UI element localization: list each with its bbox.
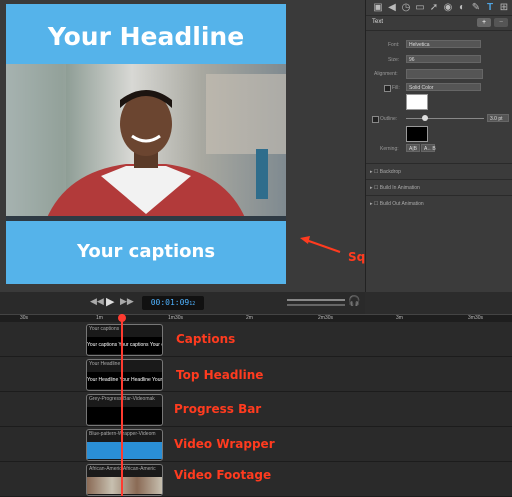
caption-text[interactable]: Your captions [6,241,286,262]
outline-slider-knob[interactable] [422,115,428,121]
screen-icon[interactable]: ▭ [414,2,426,14]
rewind-icon[interactable]: ◀◀ [90,296,104,307]
fill-select[interactable]: Solid Color [406,83,481,91]
alignment-label: Alignment: [374,71,398,77]
ruler-tick: 30s [20,315,29,321]
section-label: Backdrop [379,169,401,175]
color-icon[interactable]: ◐ [456,2,468,14]
size-field[interactable]: 96 [406,55,481,63]
timeline-tracks: Your captions Your captions Your caption… [0,322,512,497]
cursor-icon[interactable]: ➚ [428,2,440,14]
audio-icon[interactable]: ◀ [386,2,398,14]
outline-checkbox[interactable] [372,116,379,123]
alignment-buttons[interactable] [406,69,483,79]
inspector-tab-title: Text [372,19,384,25]
clip-strip: Your Headline Your Headline Your He [87,372,162,389]
font-select[interactable]: Helvetica [406,40,481,48]
captions-annotation: Captions [176,332,236,346]
timecode-frames: 12 [189,301,196,307]
clip-headline[interactable]: Your Headline Your Headline Your Headlin… [86,359,163,391]
grid-icon[interactable]: ⊞ [498,2,510,14]
inspector-panel: ▣ ◀ ◷ ▭ ➚ ◉ ◐ ✎ T ⊞ Text + − Font: Helve… [365,0,512,292]
kerning-label: Kerning: [380,146,399,152]
clip-video-wrapper[interactable]: Blue-pattern-Wrapper-Videom [86,429,163,461]
clip-strip: Your captions Your captions Your cap [87,337,162,354]
ruler-tick: 2m [246,315,253,321]
headphones-icon[interactable]: 🎧 [348,296,360,307]
ruler-tick: 3m [396,315,403,321]
clip-captions[interactable]: Your captions Your captions Your caption… [86,324,163,356]
outline-slider[interactable] [406,115,484,121]
font-label: Font: [388,42,400,48]
clip-video-footage[interactable]: African-Americ African-Americ [86,464,163,496]
track-progress-bar: Grey-Progress-Bar-Videomak Progress Bar [0,392,512,427]
shape-icon[interactable]: ◉ [442,2,454,14]
playhead[interactable] [118,314,126,496]
timecode: 00:01:09 [150,298,190,307]
headline-annotation: Top Headline [176,368,264,382]
track-video-footage: African-Americ African-Americ Video Foot… [0,462,512,497]
outline-color-swatch[interactable] [406,126,428,142]
ruler-tick: 1m30s [168,315,184,321]
clip-thumbnails [87,477,162,494]
divider [366,30,512,31]
text-icon[interactable]: T [484,2,496,14]
clip-progress-bar[interactable]: Grey-Progress-Bar-Videomak [86,394,163,426]
kerning-button-2[interactable]: A←B [421,144,436,152]
speed-icon[interactable]: ◷ [400,2,412,14]
section-backdrop[interactable]: ▸ ☐ Backdrop [366,163,512,180]
zoom-slider[interactable] [287,299,345,301]
callout-arrow-icon [300,236,341,253]
section-label: Build In Animation [379,185,420,191]
remove-button[interactable]: − [494,18,508,27]
video-icon[interactable]: ▣ [372,2,384,14]
clip-name: Your captions [89,326,120,332]
fill-checkbox[interactable] [384,85,391,92]
headline-text[interactable]: Your Headline [6,22,286,51]
video-footage[interactable] [6,64,286,220]
fill-color-swatch[interactable] [406,94,428,110]
playhead-handle[interactable] [118,314,126,322]
inspector-toolbar: ▣ ◀ ◷ ▭ ➚ ◉ ◐ ✎ T ⊞ [366,0,512,16]
outline-value[interactable]: 3.0 pt [487,114,509,122]
clip-name: Your Headline [89,361,121,367]
timecode-display: 00:01:0912 [142,296,204,310]
section-build-out[interactable]: ▸ ☐ Build Out Animation [366,195,512,212]
video-wrapper-annotation: Video Wrapper [174,437,275,451]
ruler-tick: 2m30s [318,315,334,321]
pen-icon[interactable]: ✎ [470,2,482,14]
ruler-tick: 3m30s [468,315,484,321]
track-video-wrapper: Blue-pattern-Wrapper-Videom Video Wrappe… [0,427,512,462]
video-footage-annotation: Video Footage [174,468,272,482]
person-image [6,64,286,220]
progress-bar-annotation: Progress Bar [174,402,262,416]
clip-strip [87,442,162,459]
section-label: Build Out Animation [379,201,424,207]
section-build-in[interactable]: ▸ ☐ Build In Animation [366,179,512,196]
outline-label: Outline: [380,116,398,122]
track-captions: Your captions Your captions Your caption… [0,322,512,357]
kerning-button-1[interactable]: A|B [406,144,420,152]
track-headline: Your Headline Your Headline Your Headlin… [0,357,512,392]
size-label: Size: [388,57,400,63]
ruler-tick: 1m [96,315,103,321]
play-icon[interactable]: ▶ [106,295,114,308]
square-canvas[interactable]: Your Headline Your captions [6,4,286,284]
zoom-slider-track [287,304,345,306]
fill-label: Fill: [392,85,400,91]
forward-icon[interactable]: ▶▶ [120,296,134,307]
clip-strip [87,407,162,424]
add-button[interactable]: + [477,18,491,27]
transport-bar: ◀◀ ▶ ▶▶ 00:01:0912 🎧 [0,292,365,314]
